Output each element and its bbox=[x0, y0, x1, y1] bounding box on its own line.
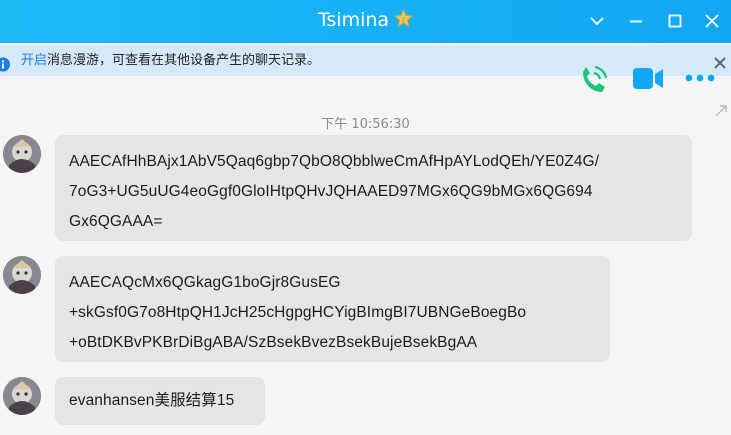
vip-star-icon: z bbox=[393, 8, 414, 36]
message-bubble[interactable]: evanhansen美服结算15 bbox=[55, 377, 265, 425]
sender-avatar[interactable] bbox=[3, 135, 41, 173]
message-text-line: AAECAQcMx6QGkagG1boGjr8GusEG bbox=[69, 274, 341, 291]
message-text-line: AAECAfHhBAjx1AbV5Qaq6gbp7QbO8QbblweCmAfH… bbox=[69, 153, 600, 170]
close-icon[interactable] bbox=[701, 10, 723, 32]
more-icon[interactable] bbox=[684, 70, 718, 89]
video-call-icon[interactable] bbox=[631, 62, 665, 96]
message-timestamp: 下午 10:56:30 bbox=[321, 117, 410, 132]
sender-avatar[interactable] bbox=[3, 377, 41, 415]
minimize-icon[interactable] bbox=[625, 10, 647, 32]
message-bubble[interactable]: AAECAQcMx6QGkagG1boGjr8GusEG +skGsf0G7o8… bbox=[55, 256, 610, 362]
message-text-line: +skGsf0G7o8HtpQH1JcH25cHgpgHCYigBImgBI7U… bbox=[69, 304, 527, 321]
window-title: Tsimina z bbox=[0, 6, 731, 36]
enable-roaming-link[interactable]: 开启 bbox=[21, 53, 47, 68]
chevron-down-icon[interactable] bbox=[586, 10, 608, 32]
svg-text:z: z bbox=[402, 15, 406, 23]
message-text-line: Gx6QGAAA= bbox=[69, 213, 163, 230]
message-text-line: 7oG3+UG5uUG4eoGgf0GloIHtpQHvJQHAAED97MGx… bbox=[69, 183, 593, 200]
title-bar: Tsimina z bbox=[0, 0, 731, 43]
voice-call-icon[interactable] bbox=[578, 62, 608, 98]
message-text-line: +oBtDKBvPKBrDiBgABA/SzBsekBvezBsekBujeBs… bbox=[69, 334, 478, 351]
notice-text: 开启消息漫游，可查看在其他设备产生的聊天记录。 bbox=[21, 45, 320, 76]
info-icon bbox=[0, 53, 14, 84]
roaming-notice-bar: 开启消息漫游，可查看在其他设备产生的聊天记录。 bbox=[0, 45, 731, 76]
notice-message: 消息漫游，可查看在其他设备产生的聊天记录。 bbox=[47, 53, 321, 68]
maximize-icon[interactable] bbox=[664, 10, 686, 32]
window-title-text: Tsimina bbox=[317, 9, 390, 31]
message-text-line: evanhansen美服结算15 bbox=[69, 392, 235, 409]
sender-avatar[interactable] bbox=[3, 256, 41, 294]
message-bubble[interactable]: AAECAfHhBAjx1AbV5Qaq6gbp7QbO8QbblweCmAfH… bbox=[55, 135, 692, 241]
